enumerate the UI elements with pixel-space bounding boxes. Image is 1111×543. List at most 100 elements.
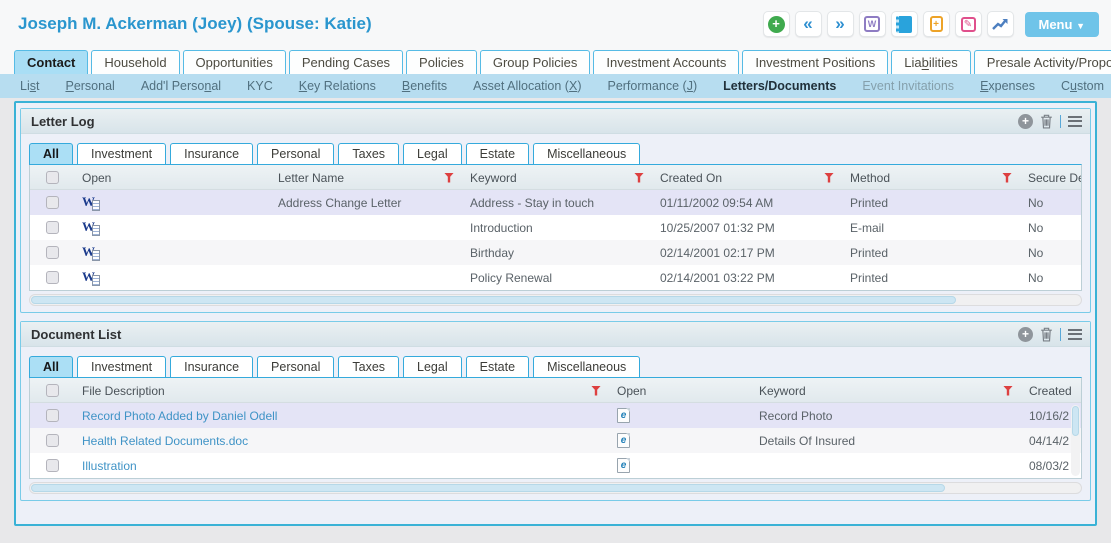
document-list-filter-tab-personal[interactable]: Personal <box>257 356 334 378</box>
main-tab-group-policies[interactable]: Group Policies <box>480 50 591 74</box>
letter-log-filter-tab-taxes[interactable]: Taxes <box>338 143 399 165</box>
subnav-item--b-enefits[interactable]: Benefits <box>402 79 447 93</box>
subnav-item-c-u-stom[interactable]: Custom <box>1061 79 1104 93</box>
document-row[interactable]: Record Photo Added by Daniel OdelleRecor… <box>30 403 1081 428</box>
letter-row[interactable]: WIntroduction10/25/2007 01:32 PME-mailNo <box>30 215 1081 240</box>
document-list-filter-tab-investment[interactable]: Investment <box>77 356 166 378</box>
document-list-menu-icon[interactable] <box>1068 329 1082 340</box>
word-letter-button[interactable]: W <box>859 11 886 37</box>
method-cell: Printed <box>842 265 1020 290</box>
document-list-vscrollbar[interactable] <box>1071 405 1080 476</box>
word-doc-icon[interactable]: W <box>82 220 100 236</box>
main-tab-investment-accounts[interactable]: Investment Accounts <box>593 50 739 74</box>
document-list-filter-tab-insurance[interactable]: Insurance <box>170 356 253 378</box>
letter-row[interactable]: WAddress Change LetterAddress - Stay in … <box>30 190 1081 215</box>
letter-log-filter-tab-personal[interactable]: Personal <box>257 143 334 165</box>
letter-row[interactable]: WPolicy Renewal02/14/2001 03:22 PMPrinte… <box>30 265 1081 290</box>
document-list-hscrollbar[interactable] <box>29 482 1082 494</box>
new-document-button[interactable]: + <box>923 11 950 37</box>
document-list-col-keyword: Keyword <box>751 378 1021 403</box>
main-tab-lia-b-ilities[interactable]: Liabilities <box>891 50 971 74</box>
letter-log-filter-tab-insurance[interactable]: Insurance <box>170 143 253 165</box>
row-checkbox[interactable] <box>46 434 59 447</box>
row-checkbox[interactable] <box>46 246 59 259</box>
secure-delivery-cell: No <box>1020 265 1081 290</box>
row-checkbox[interactable] <box>46 459 59 472</box>
document-list-hscroll-thumb[interactable] <box>31 484 945 492</box>
filter-icon[interactable] <box>444 173 454 183</box>
add-button[interactable]: + <box>763 11 790 37</box>
subnav-item-li-s-t[interactable]: List <box>20 79 39 93</box>
subnav-item-letters-documents[interactable]: Letters/Documents <box>723 79 836 93</box>
main-tab-policies[interactable]: Policies <box>406 50 477 74</box>
letter-row[interactable]: WBirthday02/14/2001 02:17 PMPrintedNo <box>30 240 1081 265</box>
letter-log-hscroll-thumb[interactable] <box>31 296 956 304</box>
add-document-icon[interactable]: + <box>1018 327 1033 342</box>
subnav-item-kyc[interactable]: KYC <box>247 79 273 93</box>
menu-button[interactable]: Menu ▼ <box>1025 12 1100 37</box>
letter-log-col-keyword: Keyword <box>462 165 652 190</box>
filter-icon[interactable] <box>824 173 834 183</box>
secure-delivery-cell: No <box>1020 215 1081 240</box>
main-tab-investment-positions[interactable]: Investment Positions <box>742 50 888 74</box>
letter-log-filter-tab-investment[interactable]: Investment <box>77 143 166 165</box>
file-description-link[interactable]: Record Photo Added by Daniel Odell <box>82 404 277 428</box>
file-description-link[interactable]: Health Related Documents.doc <box>82 429 248 453</box>
document-list-filter-tab-taxes[interactable]: Taxes <box>338 356 399 378</box>
secure-delivery-cell: No <box>1020 240 1081 265</box>
subnav-item-add-l-perso-n-al[interactable]: Add'l Personal <box>141 79 221 93</box>
filter-icon[interactable] <box>1002 173 1012 183</box>
main-tab-household[interactable]: Household <box>91 50 179 74</box>
main-tab-contact[interactable]: Contact <box>14 50 88 74</box>
letter-log-title: Letter Log <box>31 114 95 129</box>
letter-log-select-all-checkbox[interactable] <box>46 171 59 184</box>
letter-log-filter-tab-estate[interactable]: Estate <box>466 143 529 165</box>
row-checkbox[interactable] <box>46 409 59 422</box>
document-row[interactable]: Health Related Documents.doceDetails Of … <box>30 428 1081 453</box>
letter-log-filter-tab-miscellaneous[interactable]: Miscellaneous <box>533 143 640 165</box>
filter-icon[interactable] <box>591 386 601 396</box>
letter-log-hscrollbar[interactable] <box>29 294 1082 306</box>
delete-letter-icon[interactable] <box>1040 114 1053 129</box>
row-checkbox[interactable] <box>46 221 59 234</box>
document-row[interactable]: Illustratione08/03/2 <box>30 453 1081 478</box>
document-list-filter-tab-miscellaneous[interactable]: Miscellaneous <box>533 356 640 378</box>
document-list-filter-tab-all[interactable]: All <box>29 356 73 378</box>
document-list-filter-tab-legal[interactable]: Legal <box>403 356 462 378</box>
open-cell: e <box>609 428 751 453</box>
filter-icon[interactable] <box>1003 386 1013 396</box>
subnav-item--k-ey-relations[interactable]: Key Relations <box>299 79 376 93</box>
word-doc-icon[interactable]: W <box>82 245 100 261</box>
subnav-item-event-invitations[interactable]: Event Invitations <box>862 79 954 93</box>
letter-log-filter-tab-all[interactable]: All <box>29 143 73 165</box>
subnav-item-performance-j-[interactable]: Performance (J) <box>607 79 697 93</box>
main-tab-opportunities[interactable]: Opportunities <box>183 50 286 74</box>
letter-log-filter-tab-legal[interactable]: Legal <box>403 143 462 165</box>
previous-button[interactable]: « <box>795 11 822 37</box>
filter-icon[interactable] <box>634 173 644 183</box>
word-doc-icon[interactable]: W <box>82 195 100 211</box>
add-letter-icon[interactable]: + <box>1018 114 1033 129</box>
created-on-cell: 02/14/2001 03:22 PM <box>652 265 842 290</box>
main-tab-pending-cases[interactable]: Pending Cases <box>289 50 403 74</box>
html-doc-icon[interactable]: e <box>617 433 630 448</box>
next-button[interactable]: » <box>827 11 854 37</box>
row-checkbox[interactable] <box>46 196 59 209</box>
file-description-link[interactable]: Illustration <box>82 454 137 478</box>
subnav-item-asset-allocation-x-[interactable]: Asset Allocation (X) <box>473 79 581 93</box>
document-list-select-all-checkbox[interactable] <box>46 384 59 397</box>
document-list-vscroll-thumb[interactable] <box>1072 406 1079 436</box>
compose-button[interactable]: ✎ <box>955 11 982 37</box>
html-doc-icon[interactable]: e <box>617 408 630 423</box>
subnav-item--p-ersonal[interactable]: Personal <box>65 79 114 93</box>
growth-chart-button[interactable] <box>987 11 1014 37</box>
delete-document-icon[interactable] <box>1040 327 1053 342</box>
notebook-button[interactable] <box>891 11 918 37</box>
subnav-item--e-xpenses[interactable]: Expenses <box>980 79 1035 93</box>
row-checkbox[interactable] <box>46 271 59 284</box>
main-tab-presale-activity-proposals[interactable]: Presale Activity/Proposals <box>974 50 1111 74</box>
document-list-filter-tab-estate[interactable]: Estate <box>466 356 529 378</box>
word-doc-icon[interactable]: W <box>82 270 100 286</box>
html-doc-icon[interactable]: e <box>617 458 630 473</box>
letter-list-menu-icon[interactable] <box>1068 116 1082 127</box>
